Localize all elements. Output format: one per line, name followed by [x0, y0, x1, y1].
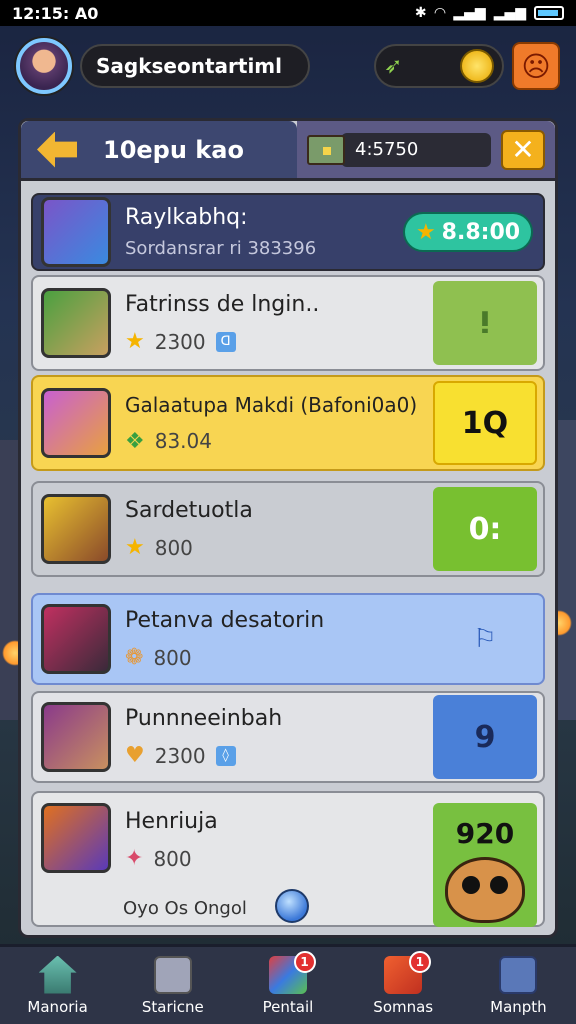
paw-icon: ❁ [125, 645, 144, 670]
list-item[interactable]: Punnneeinbah ♥ 2300 ◊ 9 [31, 691, 545, 783]
list-item-footer: Oyo Os Ongol [123, 898, 247, 919]
list-item[interactable]: Galaatupa Makdi (Bafoni0a0) ❖ 83.04 1Q [31, 375, 545, 471]
chest-icon [307, 134, 345, 165]
nav-label: Pentail [262, 997, 314, 1016]
action-button[interactable]: ⚐ [433, 597, 537, 681]
notification-badge: 1 [408, 951, 431, 973]
list-item[interactable]: Sardetuotla ★ 800 0: [31, 481, 545, 577]
leaderboard-panel: 10epu kao 4:5750 ✕ Raylkabhq: Sordansrar… [18, 118, 558, 938]
list-item-value: 2300 [154, 743, 206, 768]
list-item-name: Sardetuotla [125, 498, 253, 523]
level-badge-icon: ◊ [215, 745, 236, 766]
close-button[interactable]: ✕ [501, 129, 545, 170]
home-icon [38, 955, 77, 994]
nav-label: Somnas [373, 997, 434, 1016]
list-item-value: 2300 [154, 329, 206, 354]
player-row-subtitle: Sordansrar ri 383396 [125, 238, 317, 259]
gem-icon: ❖ [125, 428, 145, 454]
action-button[interactable]: 0: [433, 487, 537, 571]
action-button[interactable]: 1Q [433, 381, 537, 465]
nav-label: Manpth [490, 997, 547, 1016]
nav-item-ticket[interactable]: 1 Somnas [346, 947, 461, 1024]
wifi-icon: ◠ [434, 5, 446, 21]
title-tab: 10epu kao [21, 121, 297, 181]
player-portrait [41, 197, 111, 267]
action-button[interactable]: ⵑ [433, 281, 537, 365]
status-icons: ✱ ◠ ▂▄▆ ▂▄▆ [415, 5, 564, 21]
player-row[interactable]: Raylkabhq: Sordansrar ri 383396 ★ 8.8:00 [31, 193, 545, 271]
list-item-name: Galaatupa Makdi (Bafoni0a0) [125, 392, 418, 417]
nav-item-map[interactable]: 1 Pentail [230, 947, 345, 1024]
signal-icon: ▂▄▆ [493, 5, 526, 21]
sword-icon: ➶ [384, 53, 403, 79]
star-icon: ★ [125, 535, 145, 560]
nav-item-box[interactable]: Manpth [461, 947, 576, 1024]
notification-badge: 1 [293, 951, 316, 973]
status-bar: 12:15: A0 ✱ ◠ ▂▄▆ ▂▄▆ [0, 0, 576, 26]
player-name[interactable]: Sagkseontartiml [80, 44, 310, 88]
nav-label: Manoria [27, 997, 88, 1016]
list-item-value: 800 [153, 846, 192, 871]
list-item-name: Punnneeinbah [125, 706, 283, 731]
list-item[interactable]: Petanva desatorin ❁ 800 ⚐ [31, 593, 545, 685]
gift-icon [153, 955, 192, 994]
list-item-name: Fatrinss de lngin.. [125, 292, 320, 317]
reward-score: 920 [455, 817, 515, 850]
player-avatar[interactable] [16, 38, 72, 94]
status-time: 12:15: A0 [12, 3, 99, 23]
heart-icon: ♥ [125, 743, 145, 768]
nav-item-gift[interactable]: Staricne [115, 947, 230, 1024]
bear-icon [445, 857, 525, 923]
character-portrait [41, 288, 111, 358]
panel-header: 10epu kao 4:5750 ✕ [21, 121, 555, 181]
coin-icon [460, 49, 494, 83]
nav-item-home[interactable]: Manoria [0, 947, 115, 1024]
resource-bar: 4:5750 ✕ [297, 121, 555, 181]
star-icon: ★ [125, 329, 145, 354]
player-row-name: Raylkabhq: [125, 205, 248, 230]
list-item-value: 800 [154, 535, 193, 560]
list-item-value: 800 [153, 645, 192, 670]
action-button[interactable]: 9 [433, 695, 537, 779]
level-badge-icon: ᗡ [215, 331, 236, 352]
list-item-name: Henriuja [125, 809, 218, 834]
panel-title: 10epu kao [103, 135, 244, 164]
battery-icon [534, 6, 564, 20]
player-score: 8.8:00 [441, 219, 521, 245]
list-item-value: 83.04 [154, 429, 212, 453]
list-item-name: Petanva desatorin [125, 608, 325, 633]
reward-box[interactable]: 920 [433, 803, 537, 927]
resource-value: 4:5750 [341, 132, 491, 167]
back-arrow-icon[interactable] [37, 131, 77, 168]
nav-label: Staricne [141, 997, 204, 1016]
candy-icon: ✦ [125, 846, 144, 871]
character-portrait [41, 494, 111, 564]
character-portrait [41, 803, 111, 873]
character-portrait [41, 604, 111, 674]
bluetooth-icon: ✱ [414, 5, 427, 21]
bottom-nav: Manoria Staricne 1 Pentail 1 Somnas Manp… [0, 944, 576, 1024]
box-icon [499, 955, 538, 994]
character-portrait [41, 388, 111, 458]
list-item[interactable]: Fatrinss de lngin.. ★ 2300 ᗡ ⵑ [31, 275, 545, 371]
signal-icon: ▂▄▆ [453, 5, 486, 21]
top-header: Sagkseontartiml ➶ ☹ [16, 36, 560, 96]
currency-pill[interactable]: ➶ [374, 44, 504, 88]
player-score-badge: ★ 8.8:00 [403, 212, 533, 252]
character-portrait [41, 702, 111, 772]
angry-face-button[interactable]: ☹ [512, 42, 560, 90]
scroll-indicator[interactable] [275, 889, 309, 923]
star-icon: ★ [415, 219, 436, 245]
